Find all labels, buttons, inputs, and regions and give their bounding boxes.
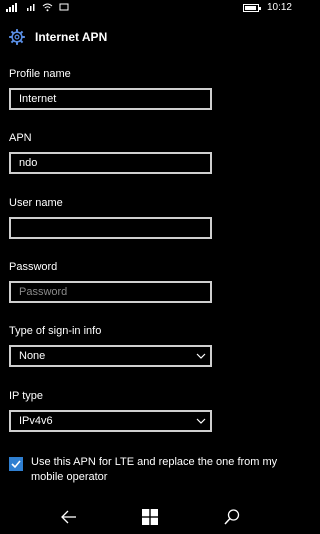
search-icon[interactable] [223,508,241,526]
checkmark-icon [11,460,21,469]
wifi-icon [42,3,53,12]
battery-fill [245,6,256,10]
apn-field[interactable]: ndo [9,152,212,174]
sign-in-type-label: Type of sign-in info [9,325,102,337]
signal-icon [27,4,35,11]
user-name-field[interactable] [9,217,212,239]
password-label: Password [9,261,58,273]
status-icons [26,2,69,12]
message-icon [59,3,69,11]
lte-apn-checkbox[interactable] [9,457,23,471]
gear-icon [9,29,25,45]
apn-label: APN [9,132,32,144]
sign-in-type-select[interactable]: None [9,345,212,367]
status-bar: 10:12 [0,0,300,16]
battery-icon [243,4,261,12]
user-name-label: User name [9,197,63,209]
ip-type-value: IPv4v6 [19,415,53,427]
sign-in-type-value: None [19,350,46,362]
lte-apn-option[interactable]: Use this APN for LTE and replace the one… [9,455,294,485]
windows-start-icon[interactable] [141,508,159,526]
profile-name-label: Profile name [9,68,71,80]
navigation-bar [0,500,300,534]
ip-type-select[interactable]: IPv4v6 [9,410,212,432]
ip-type-label: IP type [9,390,44,402]
profile-name-field[interactable]: Internet [9,88,212,110]
password-field[interactable]: Password [9,281,212,303]
page-title: Internet APN [35,30,108,44]
clock: 10:12 [266,2,292,13]
signal-strength-icon [6,3,17,12]
chevron-down-icon [196,418,206,424]
lte-apn-checkbox-label: Use this APN for LTE and replace the one… [31,456,278,483]
back-icon[interactable] [60,508,78,526]
page-header: Internet APN [8,26,107,48]
chevron-down-icon [196,353,206,359]
